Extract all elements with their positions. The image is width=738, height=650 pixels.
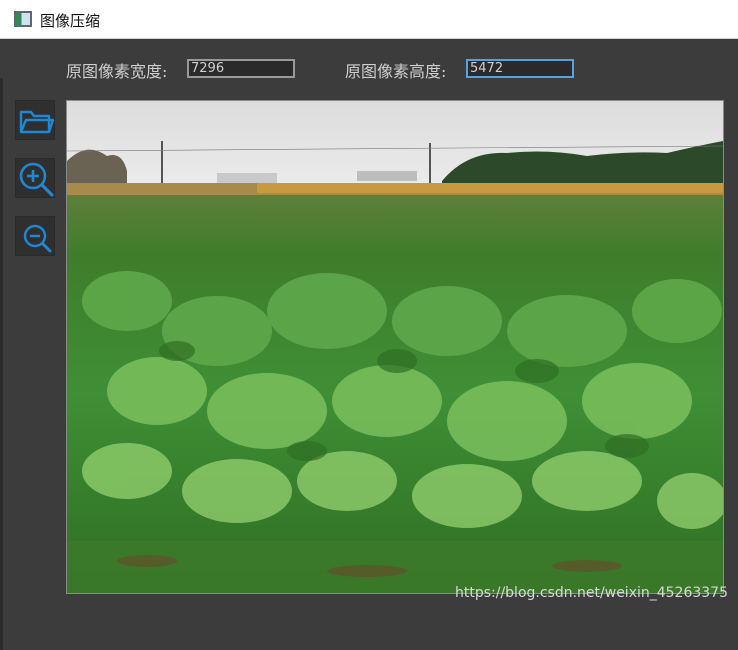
zoom-out-button[interactable] [15, 216, 55, 256]
main-panel: 原图像素宽度: 7296 原图像素高度: 5472 https://blog.c… [0, 39, 738, 650]
app-icon [14, 11, 32, 27]
height-field[interactable]: 5472 [466, 59, 574, 78]
folder-open-icon [19, 110, 55, 134]
zoom-in-button[interactable] [15, 158, 55, 198]
open-file-button[interactable] [15, 100, 55, 140]
field-photo [67, 101, 723, 593]
left-edge [0, 78, 3, 650]
height-label: 原图像素高度: [345, 62, 447, 81]
zoom-out-icon [23, 224, 52, 253]
zoom-in-icon [19, 162, 54, 197]
width-label: 原图像素宽度: [66, 62, 168, 81]
width-field[interactable]: 7296 [187, 59, 295, 78]
watermark-text: https://blog.csdn.net/weixin_45263375 [454, 585, 728, 601]
image-canvas[interactable] [66, 100, 724, 594]
title-bar: 图像压缩 [0, 0, 738, 39]
window-title: 图像压缩 [40, 12, 101, 30]
